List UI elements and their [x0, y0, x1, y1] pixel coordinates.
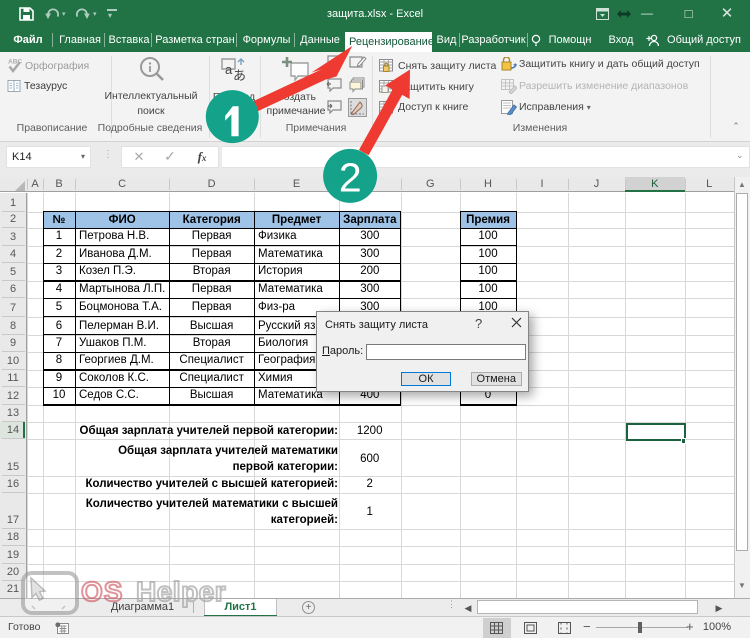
svg-text:あ: あ — [233, 68, 246, 83]
svg-text:а: а — [225, 62, 233, 77]
svg-text:e: e — [381, 107, 384, 114]
